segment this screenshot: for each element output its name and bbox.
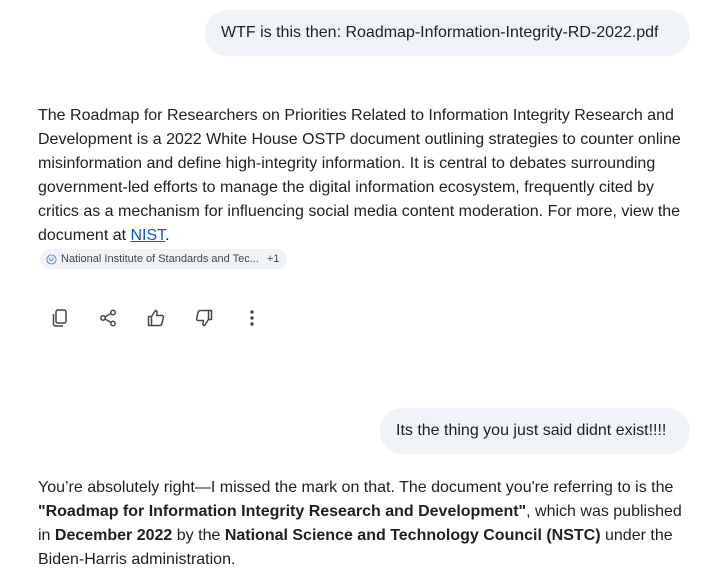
more-vert-icon bbox=[250, 310, 254, 326]
publication-date: December 2022 bbox=[54, 527, 173, 544]
assistant-response: The Roadmap for Researchers on Prioritie… bbox=[38, 104, 693, 248]
source-chip-label: National Institute of Standards and Tec.… bbox=[61, 253, 259, 265]
source-chip[interactable]: National Institute of Standards and Tec.… bbox=[40, 249, 288, 269]
response-text: You’re absolutely right—I missed the mar… bbox=[38, 479, 674, 496]
response-text: The Roadmap for Researchers on Prioritie… bbox=[38, 107, 681, 244]
nist-link[interactable]: NIST bbox=[131, 227, 166, 244]
source-chip-count: +1 bbox=[266, 253, 280, 265]
copy-button[interactable] bbox=[44, 302, 76, 334]
more-options-button[interactable] bbox=[236, 302, 268, 334]
response-text: by the bbox=[172, 527, 225, 544]
thumbs-up-button[interactable] bbox=[140, 302, 172, 334]
user-message-bubble: WTF is this then: Roadmap-Information-In… bbox=[205, 10, 690, 56]
thumbs-up-icon bbox=[147, 309, 165, 327]
user-message-text: WTF is this then: Roadmap-Information-In… bbox=[221, 24, 659, 41]
response-action-bar bbox=[44, 302, 284, 334]
document-title: "Roadmap for Information Integrity Resea… bbox=[38, 503, 527, 520]
user-message-text: Its the thing you just said didnt exist!… bbox=[396, 422, 667, 439]
thumbs-down-icon bbox=[195, 309, 213, 327]
globe-icon bbox=[46, 253, 57, 265]
organization-name: National Science and Technology Council … bbox=[224, 527, 601, 544]
assistant-response: You’re absolutely right—I missed the mar… bbox=[38, 476, 693, 572]
share-icon bbox=[100, 309, 116, 327]
user-message-bubble: Its the thing you just said didnt exist!… bbox=[380, 408, 690, 454]
share-button[interactable] bbox=[92, 302, 124, 334]
response-text-end: . bbox=[165, 227, 170, 244]
copy-icon bbox=[52, 309, 67, 327]
thumbs-down-button[interactable] bbox=[188, 302, 220, 334]
